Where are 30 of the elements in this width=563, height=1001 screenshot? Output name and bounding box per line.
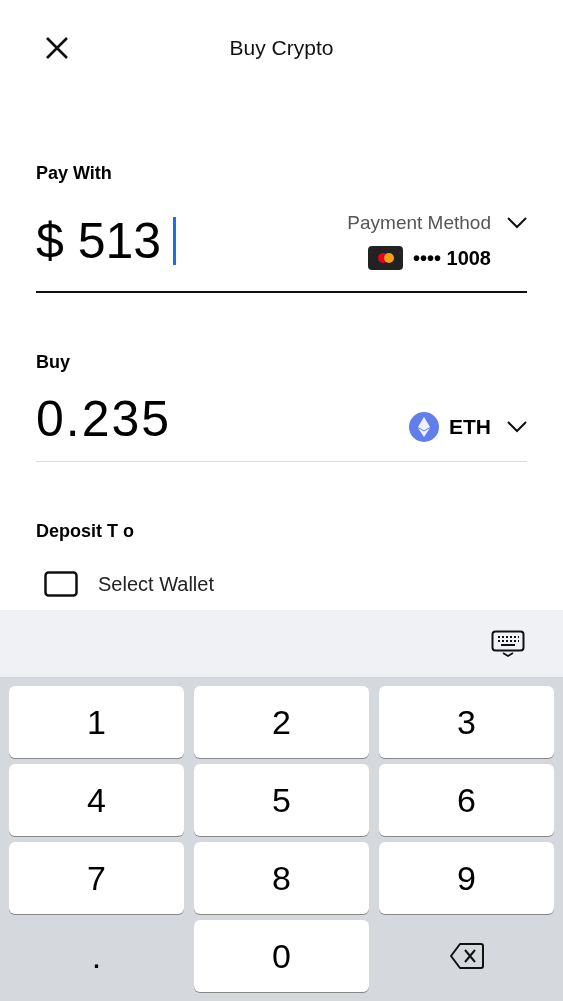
keypad-key[interactable]: 4	[9, 764, 184, 836]
keypad-key[interactable]: .	[9, 920, 184, 992]
chevron-down-icon[interactable]	[507, 216, 527, 229]
keypad-key[interactable]: 9	[379, 842, 554, 914]
keypad-key[interactable]: 6	[379, 764, 554, 836]
keyboard-icon[interactable]	[491, 629, 525, 658]
close-icon[interactable]	[45, 36, 69, 60]
section-label: Buy	[36, 351, 71, 374]
section-label: Pay With	[36, 162, 113, 185]
payment-method-label: Payment Method	[347, 210, 491, 235]
amount-value: $ 513	[36, 216, 162, 266]
asset-symbol: ETH	[449, 413, 491, 440]
keypad-key[interactable]: 5	[194, 764, 369, 836]
chevron-down-icon[interactable]	[507, 420, 527, 433]
keypad-key[interactable]: 1	[9, 686, 184, 758]
page-title: Buy Crypto	[229, 34, 334, 61]
card-number: •••• 1008	[412, 246, 491, 272]
backspace-icon	[448, 942, 485, 970]
keypad-key[interactable]: 7	[9, 842, 184, 914]
wallet-selector[interactable]: Select Wallet	[98, 569, 214, 599]
keypad-key[interactable]: 0	[194, 920, 369, 992]
wallet-icon	[44, 571, 78, 597]
text-cursor	[173, 217, 177, 265]
section-label: Deposit T o	[36, 520, 135, 543]
keypad-key[interactable]: 3	[379, 686, 554, 758]
ethereum-icon	[409, 411, 439, 442]
crypto-amount: 0.235	[36, 393, 172, 444]
keypad-key[interactable]: 8	[194, 842, 369, 914]
card-icon	[367, 246, 403, 271]
keypad-key[interactable]: 2	[194, 686, 369, 758]
